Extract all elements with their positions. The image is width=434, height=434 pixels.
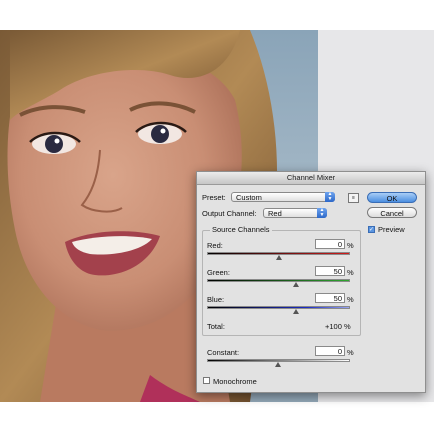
green-percent: % [347,268,354,277]
preview-checkbox[interactable]: ✓ [368,226,375,233]
preset-label: Preset: [202,193,226,202]
output-channel-select[interactable]: Red ▲ ▼ [263,208,327,218]
channel-mixer-dialog: Channel Mixer Preset: Custom ▲ ▼ ≡ Output… [196,171,426,393]
source-channels-label: Source Channels [210,225,272,234]
blue-slider-track[interactable] [207,306,350,309]
preset-value: Custom [236,193,262,202]
output-channel-value: Red [268,209,282,218]
cancel-button[interactable]: Cancel [367,207,417,218]
blue-value-field[interactable]: 50 [315,293,345,303]
total-label: Total: [207,322,225,331]
blue-label: Blue: [207,295,225,304]
green-slider-track[interactable] [207,279,350,282]
blue-percent: % [347,295,354,304]
preset-select[interactable]: Custom ▲ ▼ [231,192,335,202]
constant-slider-thumb[interactable] [275,362,281,367]
constant-value-field[interactable]: 0 [315,346,345,356]
popup-arrows-icon: ▲ ▼ [317,208,327,218]
red-slider-thumb[interactable] [275,255,282,260]
constant-percent: % [347,348,354,357]
preview-label: Preview [378,225,405,234]
constant-label: Constant: [207,348,240,357]
red-percent: % [347,241,354,250]
dialog-title[interactable]: Channel Mixer [197,172,425,185]
monochrome-label: Monochrome [213,377,257,386]
ok-button[interactable]: OK [367,192,417,203]
red-value-field[interactable]: 0 [315,239,345,249]
output-channel-label: Output Channel: [202,209,257,218]
monochrome-checkbox[interactable] [203,377,210,384]
red-label: Red: [207,241,223,250]
green-label: Green: [207,268,230,277]
popup-arrows-icon: ▲ ▼ [325,192,335,202]
green-slider-thumb[interactable] [293,282,300,287]
preset-options-icon[interactable]: ≡ [348,193,359,203]
green-value-field[interactable]: 50 [315,266,345,276]
total-value: +100 % [325,322,351,331]
blue-slider-thumb[interactable] [293,309,300,314]
